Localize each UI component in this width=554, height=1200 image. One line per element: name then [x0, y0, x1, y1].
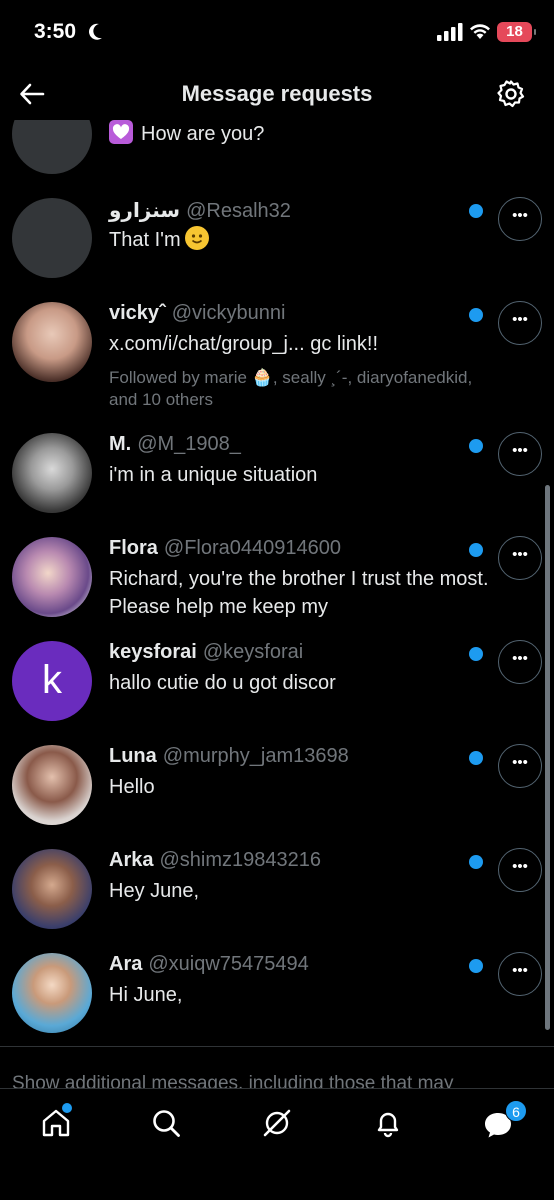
status-time: 3:50 — [34, 20, 77, 43]
name-line: سنزارو @Resalh32 — [109, 198, 291, 223]
list-item[interactable]: k keysforai @keysforai hallo cutie do u g… — [0, 640, 554, 741]
message-preview: Hi June, — [109, 984, 183, 1006]
status-bar: 3:50 18 — [0, 0, 554, 66]
smiley-emoji-icon — [184, 226, 209, 250]
username-handle: @M_1908_ — [137, 433, 241, 455]
message-request-list: How are you? سنزارو@Resalh32 That I'm vi… — [0, 120, 554, 1046]
username-handle: @Resalh32 — [186, 200, 291, 222]
avatar[interactable] — [12, 120, 92, 174]
unread-dot — [469, 543, 483, 557]
name-line: M. @M_1908_ — [109, 433, 241, 456]
bottom-tab-bar: 6 — [0, 1088, 554, 1200]
username-handle: @keysforai — [202, 641, 304, 663]
more-options-button[interactable] — [498, 536, 542, 580]
more-options-button[interactable] — [498, 952, 542, 996]
moon-icon — [89, 23, 102, 40]
message-preview: Richard, you're the brother I trust the … — [109, 568, 489, 618]
avatar[interactable] — [12, 745, 92, 825]
avatar[interactable] — [12, 953, 92, 1033]
page-title: Message requests — [181, 81, 373, 106]
unread-dot — [469, 647, 483, 661]
display-name: Ara — [109, 953, 143, 975]
display-name: سنزارو — [109, 200, 181, 222]
unread-dot — [469, 204, 483, 218]
display-name: keysforai — [109, 641, 197, 663]
username-handle: @murphy_jam13698 — [162, 745, 349, 767]
message-preview: How are you? — [109, 120, 494, 148]
message-text: How are you? — [141, 123, 265, 145]
list-item[interactable]: M. @M_1908_ i'm in a unique situation — [0, 432, 554, 533]
name-line: keysforai @keysforai — [109, 641, 303, 664]
name-line: Luna @murphy_jam13698 — [109, 745, 349, 768]
name-line: Ara @xuiqw75475494 — [109, 953, 309, 976]
unread-dot — [469, 751, 483, 765]
avatar[interactable] — [12, 433, 92, 513]
followed-by-text: Followed by marie 🧁, seally ¸´-, diaryof… — [109, 368, 473, 409]
username-handle: @Flora0440914600 — [163, 537, 342, 559]
divider — [0, 1046, 554, 1047]
signal-icon — [437, 23, 463, 41]
avatar[interactable] — [12, 849, 92, 929]
message-preview: Hey June, — [109, 880, 200, 902]
message-preview: Hello — [109, 776, 155, 798]
username-handle: @shimz19843216 — [159, 849, 321, 871]
grok-icon[interactable] — [261, 1107, 293, 1139]
heart-emoji-icon — [109, 120, 133, 144]
avatar[interactable] — [12, 537, 92, 617]
username-handle: @xuiqw75475494 — [148, 953, 309, 975]
wifi-icon — [470, 24, 490, 39]
unread-dot — [469, 855, 483, 869]
avatar[interactable] — [12, 302, 92, 382]
display-name: M. — [109, 433, 132, 455]
list-item[interactable]: Flora @Flora0440914600 Richard, you're th… — [0, 536, 554, 637]
message-preview: i'm in a unique situation — [109, 464, 318, 486]
avatar[interactable] — [12, 198, 92, 278]
unread-dot — [469, 959, 483, 973]
messages-badge: 6 — [505, 1100, 527, 1122]
more-options-button[interactable] — [498, 301, 542, 345]
display-name: Flora — [109, 537, 158, 559]
more-options-button[interactable] — [498, 848, 542, 892]
unread-dot — [469, 439, 483, 453]
list-item[interactable]: How are you? — [0, 120, 554, 185]
message-preview: hallo cutie do u got discor — [109, 672, 336, 694]
display-name: vickyˆ — [109, 302, 166, 324]
name-line: Arka @shimz19843216 — [109, 849, 321, 872]
list-item[interactable]: vickyˆ @vickybunni x.com/i/chat/group_j..… — [0, 301, 554, 427]
avatar[interactable]: k — [12, 641, 92, 721]
list-item[interactable]: Luna @murphy_jam13698 Hello — [0, 744, 554, 845]
header: Message requests — [0, 66, 554, 122]
more-options-button[interactable] — [498, 197, 542, 241]
settings-gear-icon[interactable] — [496, 79, 526, 109]
list-item[interactable]: Ara @xuiqw75475494 Hi June, — [0, 952, 554, 1046]
scrollbar[interactable] — [545, 485, 550, 1030]
message-text: That I'm — [109, 229, 181, 251]
search-icon[interactable] — [150, 1107, 182, 1139]
message-preview: x.com/i/chat/group_j... gc link!! — [109, 333, 379, 355]
battery-indicator: 18 — [497, 22, 536, 42]
unread-dot — [469, 308, 483, 322]
name-line: vickyˆ @vickybunni — [109, 302, 285, 325]
notifications-bell-icon[interactable] — [372, 1107, 404, 1139]
more-options-button[interactable] — [498, 744, 542, 788]
display-name: Luna — [109, 745, 157, 767]
home-notification-dot — [62, 1103, 72, 1113]
message-preview: That I'm — [109, 226, 494, 254]
list-item[interactable]: سنزارو @Resalh32 That I'm — [0, 197, 554, 298]
more-options-button[interactable] — [498, 640, 542, 684]
list-item[interactable]: Arka @shimz19843216 Hey June, — [0, 848, 554, 949]
username-handle: @vickybunni — [171, 302, 286, 324]
name-line: Flora @Flora0440914600 — [109, 537, 341, 560]
more-options-button[interactable] — [498, 432, 542, 476]
display-name: Arka — [109, 849, 154, 871]
